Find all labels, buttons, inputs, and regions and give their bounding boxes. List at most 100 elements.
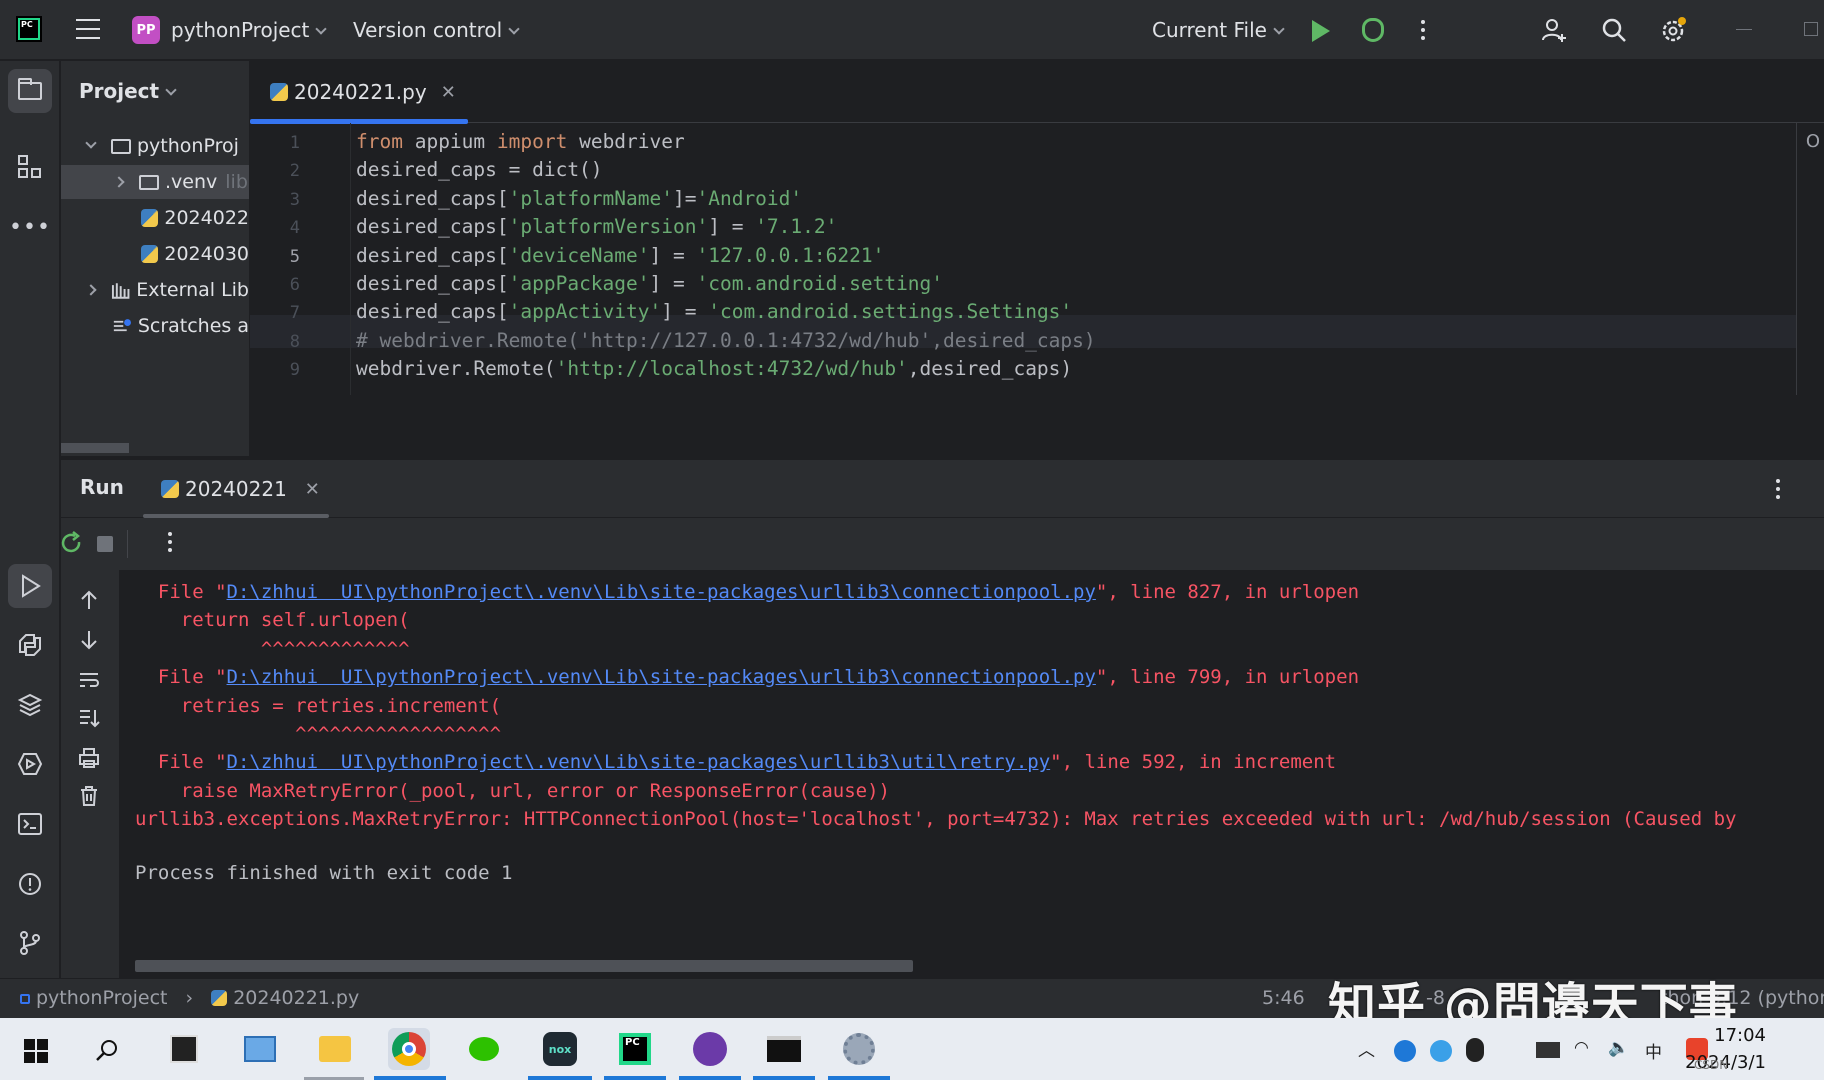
console-output[interactable]: Process finished with exit code 1 File "… xyxy=(119,570,1824,978)
collapse-arrow-icon[interactable] xyxy=(85,284,97,296)
inspection-widget[interactable]: O xyxy=(1806,131,1820,152)
project-panel-header[interactable]: Project xyxy=(79,79,177,103)
file-link[interactable]: D:\zhhui UI\pythonProject\.venv\Lib\site… xyxy=(227,581,1096,603)
close-icon[interactable]: ✕ xyxy=(441,82,456,103)
more-actions-icon[interactable] xyxy=(1421,20,1425,44)
media-app-icon[interactable] xyxy=(689,1028,731,1070)
file-link[interactable]: D:\zhhui UI\pythonProject\.venv\Lib\site… xyxy=(227,751,1051,773)
file-explorer-icon[interactable] xyxy=(314,1028,356,1070)
main-menu-icon[interactable] xyxy=(76,19,100,39)
wifi-icon[interactable]: ◠ xyxy=(1574,1038,1589,1058)
trash-icon[interactable] xyxy=(77,784,101,808)
settings-app-icon[interactable] xyxy=(838,1028,880,1070)
editor-tab[interactable]: 20240221.py ✕ xyxy=(250,61,468,124)
code-token: desired_caps[ xyxy=(356,186,509,210)
active-app-indicator xyxy=(604,1076,666,1080)
python-console-button[interactable] xyxy=(8,623,52,667)
pycharm-logo-icon[interactable]: PC xyxy=(16,16,42,42)
settings-icon[interactable] xyxy=(1660,16,1688,44)
tree-item-label: pythonProj xyxy=(137,135,239,157)
search-icon[interactable] xyxy=(94,1038,120,1064)
line-number: 7 xyxy=(289,303,300,324)
console-text: retries = retries.increment( xyxy=(180,694,502,717)
collapse-arrow-icon[interactable] xyxy=(113,176,125,188)
project-panel: Project pythonProj .venv lib 2024022 202… xyxy=(61,61,249,456)
folder-icon xyxy=(18,78,42,100)
notes-app-icon[interactable] xyxy=(163,1028,205,1070)
input-method-indicator[interactable]: 中 xyxy=(1645,1038,1662,1063)
run-config-selector[interactable]: Current File xyxy=(1152,18,1285,42)
code-line[interactable]: webdriver.Remote('http://localhost:4732/… xyxy=(356,352,1072,385)
rerun-icon[interactable] xyxy=(59,530,85,556)
soft-wrap-icon[interactable] xyxy=(77,668,101,692)
run-tool-button[interactable] xyxy=(8,564,52,608)
running-indicator xyxy=(753,1076,815,1080)
code-token: 'platformVersion' xyxy=(508,215,709,239)
git-button[interactable] xyxy=(8,921,52,965)
python-console-icon xyxy=(19,634,41,656)
arrow-down-icon[interactable] xyxy=(77,628,101,652)
more-actions-icon[interactable] xyxy=(1776,479,1780,503)
services-button[interactable] xyxy=(8,742,52,786)
project-badge[interactable]: PP xyxy=(132,16,160,44)
add-user-icon[interactable] xyxy=(1540,16,1568,44)
terminal-icon xyxy=(18,813,42,835)
version-control-menu[interactable]: Version control xyxy=(353,18,520,42)
control-panel-icon[interactable] xyxy=(239,1028,281,1070)
qq-icon[interactable] xyxy=(1466,1038,1484,1062)
console-text: return self.urlopen( xyxy=(180,609,410,632)
project-panel-title: Project xyxy=(79,79,160,103)
close-icon[interactable]: ✕ xyxy=(305,479,320,500)
problems-button[interactable] xyxy=(8,862,52,906)
more-actions-icon[interactable] xyxy=(168,532,172,556)
console-text: urllib3.exceptions.MaxRetryError: HTTPCo… xyxy=(135,808,1737,831)
caret-position[interactable]: 5:46 xyxy=(1262,987,1305,1009)
title-bar: PC PP pythonProject Version control Curr… xyxy=(0,0,1824,60)
volume-icon[interactable]: 🔈 xyxy=(1608,1038,1629,1058)
wechat-icon[interactable] xyxy=(463,1028,505,1070)
code-area[interactable]: from appium import webdriver desired_caps… xyxy=(350,123,1796,395)
minimize-icon[interactable] xyxy=(1736,29,1752,30)
run-icon[interactable] xyxy=(1312,20,1330,42)
breadcrumb-project[interactable]: pythonProject xyxy=(36,987,167,1009)
structure-tool-button[interactable] xyxy=(8,145,52,189)
tree-item-venv[interactable]: .venv lib xyxy=(61,165,249,199)
nox-emulator-icon[interactable]: nox xyxy=(539,1028,581,1070)
file-link[interactable]: D:\zhhui UI\pythonProject\.venv\Lib\site… xyxy=(227,666,1096,688)
scroll-to-end-icon[interactable] xyxy=(77,706,101,730)
command-prompt-icon[interactable] xyxy=(763,1028,805,1070)
code-token: 'com.android.settings.Settings' xyxy=(708,300,1073,324)
run-tab[interactable]: 20240221 ✕ xyxy=(143,460,329,518)
console-text: File " xyxy=(157,581,227,603)
running-indicator xyxy=(528,1076,592,1080)
breadcrumb-file[interactable]: 20240221.py xyxy=(233,987,359,1009)
battery-icon[interactable] xyxy=(1536,1042,1560,1058)
search-icon[interactable] xyxy=(1600,16,1628,44)
line-number: 1 xyxy=(289,133,300,153)
code-token: 'deviceName' xyxy=(508,243,650,267)
tray-cloud-icon[interactable] xyxy=(1430,1040,1452,1062)
debug-icon[interactable] xyxy=(1362,18,1384,42)
tree-item-file[interactable]: 2024022 xyxy=(61,201,249,235)
stop-icon[interactable] xyxy=(97,536,113,552)
console-horizontal-scrollbar[interactable] xyxy=(135,960,913,972)
tree-item-scratches[interactable]: Scratches a xyxy=(61,309,249,343)
windows-start-icon[interactable] xyxy=(24,1039,48,1063)
expand-arrow-icon[interactable] xyxy=(85,137,97,149)
tray-expand-icon[interactable]: ︿ xyxy=(1358,1036,1375,1061)
project-tool-button[interactable] xyxy=(8,69,52,113)
print-icon[interactable] xyxy=(77,746,101,770)
tree-item-project-root[interactable]: pythonProj xyxy=(61,129,249,163)
terminal-button[interactable] xyxy=(8,802,52,846)
pycharm-taskbar-icon[interactable]: PC xyxy=(614,1028,656,1070)
maximize-icon[interactable] xyxy=(1804,22,1818,36)
more-tools-button[interactable]: ••• xyxy=(8,205,52,249)
project-horizontal-scrollbar[interactable] xyxy=(61,443,129,453)
tree-item-file[interactable]: 2024030 xyxy=(61,237,249,271)
tree-item-external-libraries[interactable]: External Lib xyxy=(61,273,249,307)
project-switcher[interactable]: pythonProject xyxy=(171,18,328,42)
arrow-up-icon[interactable] xyxy=(77,588,101,612)
python-packages-button[interactable] xyxy=(8,683,52,727)
chrome-icon[interactable] xyxy=(388,1028,430,1070)
tray-app-icon[interactable] xyxy=(1394,1040,1416,1062)
